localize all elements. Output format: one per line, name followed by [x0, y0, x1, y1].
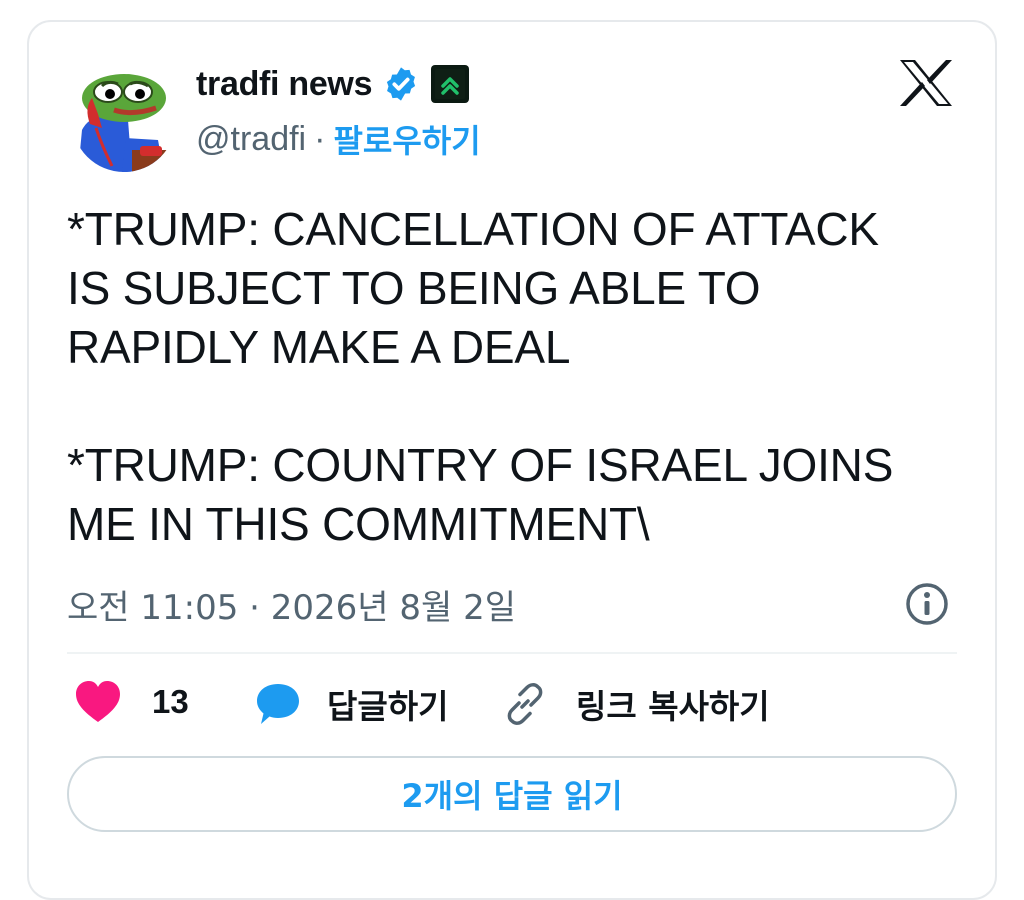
author-name-row: tradfi news [196, 64, 470, 104]
action-bar: 13 답글하기 링크 복사하기 [0, 680, 1024, 730]
reply-label: 답글하기 [327, 687, 449, 726]
like-button[interactable]: 13 [74, 680, 189, 724]
follow-button[interactable]: 팔로우하기 [333, 116, 480, 162]
avatar[interactable] [72, 68, 176, 172]
info-icon[interactable] [905, 582, 949, 626]
pepe-avatar-icon [72, 68, 176, 172]
heart-icon [76, 681, 120, 722]
tweet-timestamp[interactable]: 오전 11:05 · 2026년 8월 2일 [67, 580, 516, 629]
copy-link-label: 링크 복사하기 [576, 687, 770, 726]
speech-bubble-icon [257, 684, 299, 724]
handle-row: @tradfi · 팔로우하기 [196, 116, 481, 162]
copy-link-button[interactable]: 링크 복사하기 [502, 680, 770, 728]
x-logo-icon[interactable] [898, 58, 954, 108]
tweet-text: *TRUMP: CANCELLATION OF ATTACK IS SUBJEC… [67, 203, 894, 550]
divider [67, 652, 957, 654]
reply-button[interactable]: 답글하기 [255, 680, 448, 728]
green-chevrons-badge-icon [431, 65, 470, 103]
author-handle[interactable]: @tradfi [196, 120, 306, 159]
author-name[interactable]: tradfi news [196, 65, 372, 104]
separator-dot: · [314, 119, 326, 158]
read-replies-button[interactable]: 2개의 답글 읽기 [67, 756, 957, 832]
like-count: 13 [152, 683, 189, 720]
verified-badge-icon [387, 67, 416, 101]
link-icon [507, 683, 543, 725]
read-replies-label: 2개의 답글 읽기 [401, 777, 623, 815]
